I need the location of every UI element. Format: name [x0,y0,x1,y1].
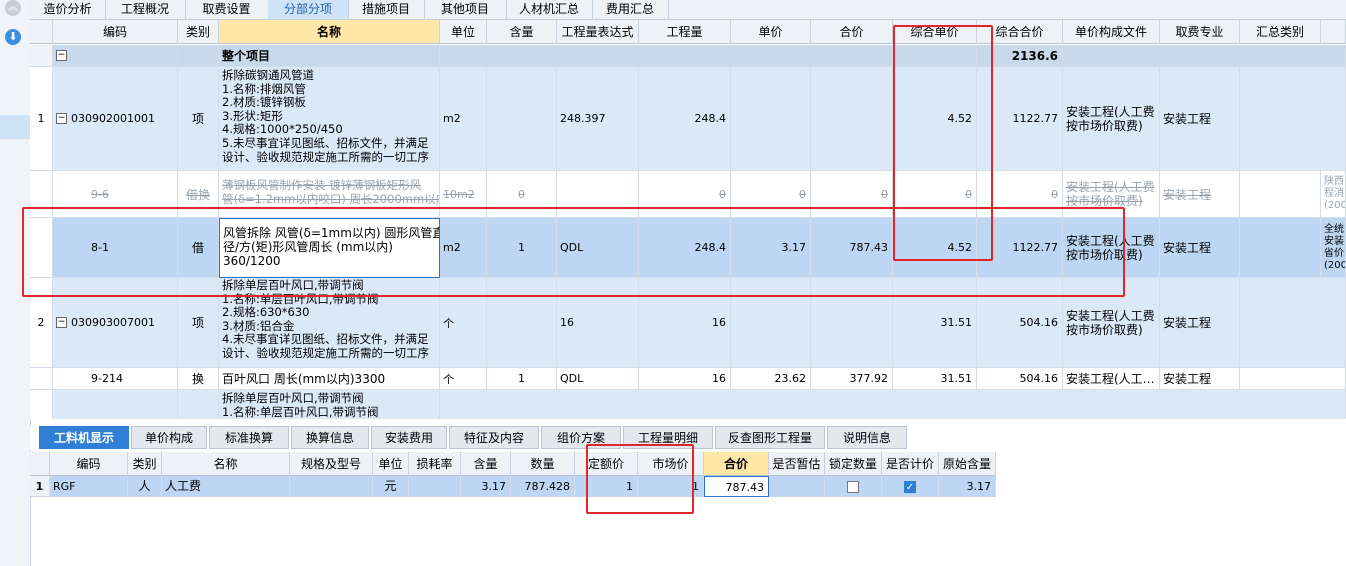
header-unit[interactable]: 单位 [440,20,487,44]
tab-pricing-scheme[interactable]: 组价方案 [541,426,621,449]
tab-install-fee[interactable]: 安装费用 [371,426,447,449]
summary-label: 整个项目 [219,45,440,67]
bottom-tab-bar: 工料机显示 单价构成 标准换算 换算信息 安装费用 特征及内容 组价方案 工程量… [30,426,1346,450]
header-summary-type[interactable]: 汇总类别 [1240,20,1321,44]
lock-qty-checkbox[interactable] [847,481,859,493]
tab-fee-summary[interactable]: 费用汇总 [592,0,669,19]
header-qty[interactable]: 工程量 [639,20,731,44]
table-row[interactable]: 2 −030903007001 项 拆除单层百叶风口,带调节阀 1.名称:单层百… [30,278,1346,368]
row-code: 030902001001 [71,112,155,125]
header-code[interactable]: 编码 [53,20,178,44]
top-tab-bar: 造价分析 工程概况 取费设置 分部分项 措施项目 其他项目 人材机汇总 费用汇总 [30,0,1346,20]
tab-material-summary[interactable]: 人材机汇总 [506,0,593,19]
total-edit-cell[interactable]: 787.43 [704,476,769,497]
header-qty-expr[interactable]: 工程量表达式 [557,20,639,44]
header-type[interactable]: 类别 [178,20,219,44]
tab-standard-conversion[interactable]: 标准换算 [209,426,289,449]
tab-measures[interactable]: 措施项目 [348,0,425,19]
header-content[interactable]: 含量 [487,20,557,44]
row-collapse-toggle[interactable]: − [56,317,67,328]
tab-sub-items[interactable]: 分部分项 [268,0,349,19]
header-total[interactable]: 合价 [811,20,893,44]
tab-unit-price-composition[interactable]: 单价构成 [131,426,207,449]
collapse-toggle[interactable]: − [56,50,67,61]
tab-cost-analysis[interactable]: 造价分析 [30,0,106,19]
name-edit-cell[interactable]: 风管拆除 风管(δ=1mm以内) 圆形风管直 径/方(矩)形风管周长 (mm以内… [219,218,440,278]
tab-material-display[interactable]: 工料机显示 [39,426,129,449]
download-icon[interactable]: ⬇ [5,29,21,45]
header-comp-total[interactable]: 综合合价 [977,20,1063,44]
tab-description[interactable]: 说明信息 [827,426,907,449]
row-description: 拆除碳钢通风管道 1.名称:排烟风管 2.材质:镀锌钢板 3.形状:矩形 4.规… [222,68,429,164]
row-collapse-toggle[interactable]: − [56,113,67,124]
header-price-file[interactable]: 单价构成文件 [1063,20,1160,44]
header-unit-price[interactable]: 单价 [731,20,811,44]
header-comp-price[interactable]: 综合单价 [893,20,977,44]
table-row[interactable]: 1 −030902001001 项 拆除碳钢通风管道 1.名称:排烟风管 2.材… [30,67,1346,171]
tab-reverse-qty[interactable]: 反查图形工程量 [715,426,825,449]
tab-qty-detail[interactable]: 工程量明细 [623,426,713,449]
header-index [30,20,53,44]
summary-total: 2136.6 [977,45,1063,67]
tab-other-items[interactable]: 其他项目 [424,0,507,19]
table-row[interactable]: 9-6 借换 薄钢板风管制作安装 镀锌薄钢板矩形风 管(δ=1.2mm以内咬口)… [30,171,1346,218]
is-priced-checkbox[interactable]: ✓ [904,481,916,493]
table-row[interactable]: 拆除单层百叶风口,带调节阀 1.名称:单层百叶风口,带调节阀 [30,390,1346,419]
tab-conversion-info[interactable]: 换算信息 [291,426,369,449]
header-name[interactable]: 名称 [219,20,440,44]
tab-features[interactable]: 特征及内容 [449,426,539,449]
table-row-selected[interactable]: 8-1 借 风管拆除 风管(δ=1mm以内) 圆形风管直 径/方(矩)形风管周长… [30,218,1346,278]
items-grid: 编码 类别 名称 单位 含量 工程量表达式 工程量 单价 合价 综合单价 综合合… [30,20,1346,419]
table-row[interactable]: 9-214 换 百叶风口 周长(mm以内)3300 个 1 QDL 16 23.… [30,368,1346,390]
tab-project-overview[interactable]: 工程概况 [105,0,186,19]
material-grid: 编码 类别 名称 规格及型号 单位 损耗率 含量 数量 定额价 市场价 合价 是… [30,452,996,498]
tab-fee-settings[interactable]: 取费设置 [185,0,269,19]
chevron-up-icon[interactable]: ︽ [5,0,21,16]
summary-row[interactable]: − 整个项目 2136.6 [30,45,1346,67]
header-extra [1321,20,1346,44]
left-strip: ︽ ⬇ [0,0,31,566]
header-fee-major[interactable]: 取费专业 [1160,20,1240,44]
left-strip-selection [0,115,30,139]
